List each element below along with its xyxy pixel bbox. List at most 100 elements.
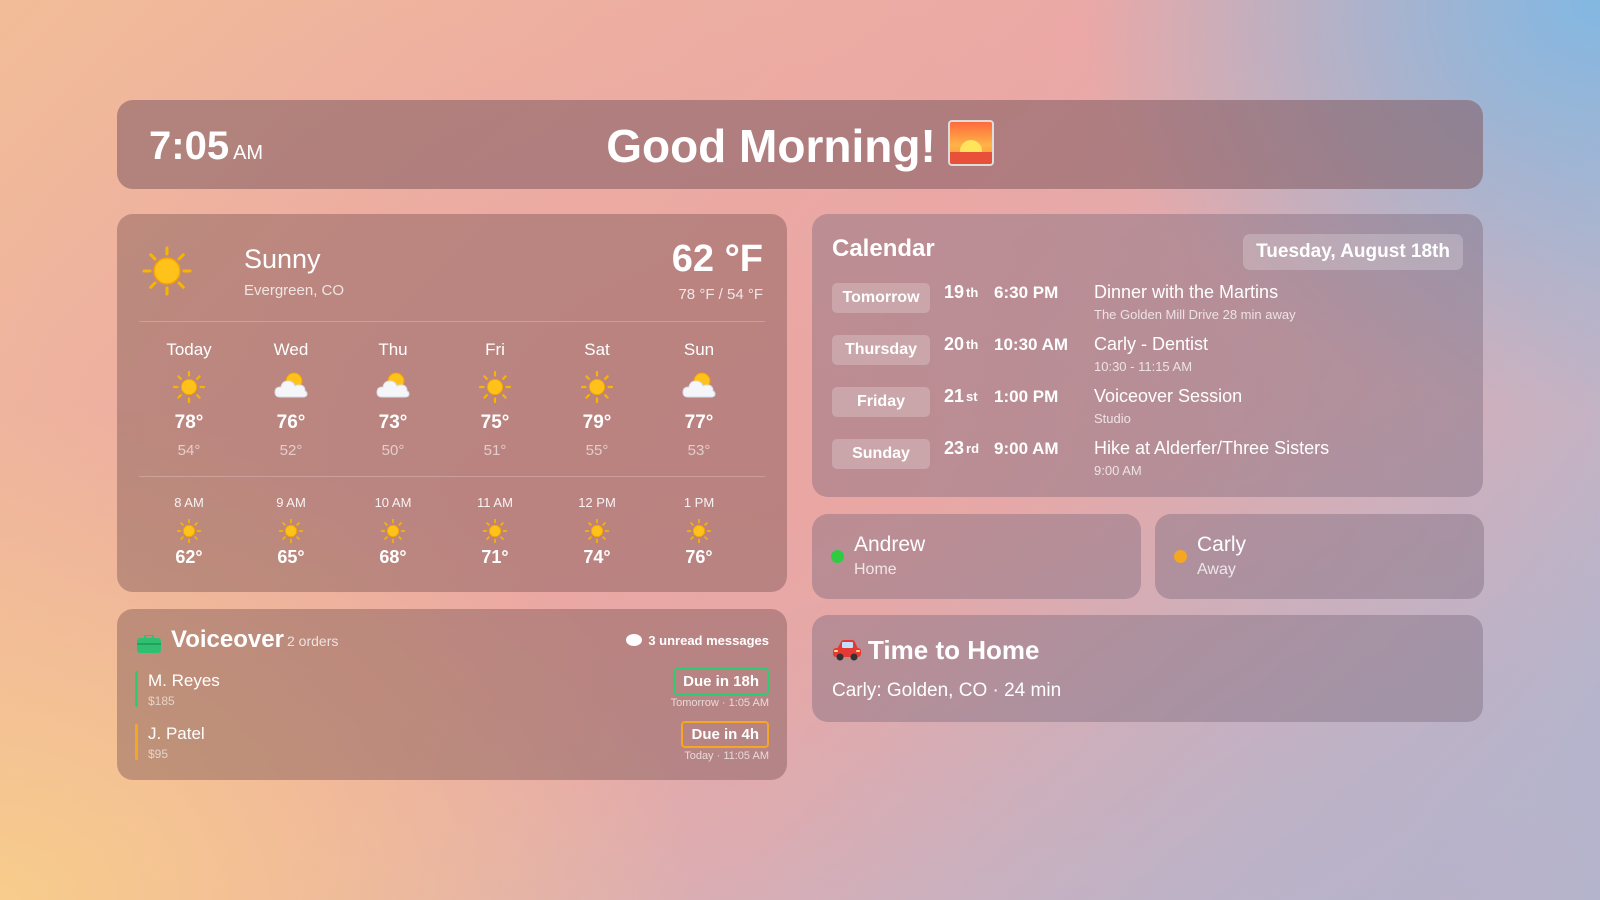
forecast-low: 53° bbox=[687, 442, 711, 459]
order-status-bar bbox=[135, 724, 138, 760]
forecast-day-name: Fri bbox=[485, 340, 505, 359]
divider bbox=[139, 321, 765, 322]
forecast-day-name: Wed bbox=[273, 340, 309, 359]
weather-location: Evergreen, CO bbox=[244, 282, 345, 299]
hourly-temperature: 71° bbox=[481, 547, 509, 567]
briefcase-icon bbox=[137, 634, 161, 658]
calendar-event[interactable]: Thursday 20th 10:30 AM Carly - Dentist 1… bbox=[832, 333, 1463, 379]
divider bbox=[139, 476, 765, 477]
weather-card[interactable]: Sunny Evergreen, CO 62 °F 78 °F / 54 °F … bbox=[117, 214, 787, 592]
order-row[interactable]: M. Reyes $185 Due in 18h Tomorrow · 1:05… bbox=[135, 668, 769, 711]
forecast-low: 54° bbox=[177, 442, 201, 459]
forecast-day-name: Today bbox=[166, 340, 212, 359]
forecast-high: 75° bbox=[480, 412, 510, 433]
forecast-high: 79° bbox=[582, 412, 612, 433]
sun-icon bbox=[443, 518, 547, 545]
hourly-temperature: 68° bbox=[379, 547, 407, 567]
event-date: 21st bbox=[944, 386, 978, 406]
event-title: Voiceover Session bbox=[1094, 386, 1243, 406]
event-day-pill: Friday bbox=[832, 387, 930, 417]
hourly-time: 11 AM bbox=[477, 495, 513, 510]
sun-icon bbox=[647, 518, 751, 545]
event-title: Carly - Dentist bbox=[1094, 334, 1209, 354]
order-count: 2 orders bbox=[287, 633, 339, 649]
sun-icon bbox=[341, 518, 445, 545]
forecast-low: 51° bbox=[483, 442, 507, 459]
event-subtitle: Studio bbox=[1094, 411, 1131, 426]
calendar-date-badge: Tuesday, August 18th bbox=[1243, 234, 1463, 270]
order-price: $185 bbox=[148, 694, 175, 708]
event-time: 1:00 PM bbox=[994, 387, 1059, 406]
event-subtitle: 9:00 AM bbox=[1094, 463, 1142, 478]
event-subtitle: The Golden Mill Drive 28 min away bbox=[1094, 307, 1296, 322]
greeting-header: 7:05 AM Good Morning! bbox=[117, 100, 1483, 189]
order-status-bar bbox=[135, 671, 138, 707]
event-date: 23rd bbox=[944, 438, 980, 458]
time-to-home-card[interactable]: Time to Home Carly: Golden, CO · 24 min bbox=[812, 615, 1483, 722]
presence-andrew[interactable]: Andrew Home bbox=[812, 514, 1141, 599]
order-due-time: Tomorrow · 1:05 AM bbox=[670, 697, 769, 709]
sun-icon bbox=[443, 370, 547, 405]
calendar-event[interactable]: Tomorrow 19th 6:30 PM Dinner with the Ma… bbox=[832, 281, 1463, 327]
sun-icon bbox=[545, 518, 649, 545]
sun-icon bbox=[545, 370, 649, 405]
event-date: 20th bbox=[944, 334, 979, 354]
event-title: Dinner with the Martins bbox=[1094, 282, 1279, 302]
calendar-event[interactable]: Friday 21st 1:00 PM Voiceover Session St… bbox=[832, 385, 1463, 431]
hourly-temperature: 65° bbox=[277, 547, 305, 567]
calendar-card[interactable]: Calendar Tuesday, August 18th Tomorrow 1… bbox=[812, 214, 1483, 497]
high-low-temperature: 78 °F / 54 °F bbox=[678, 286, 763, 303]
forecast-low: 52° bbox=[279, 442, 303, 459]
hourly-temperature: 76° bbox=[685, 547, 713, 567]
forecast-high: 76° bbox=[276, 412, 306, 433]
voiceover-title: Voiceover bbox=[171, 626, 284, 653]
unread-messages-link[interactable]: 3 unread messages bbox=[626, 633, 769, 648]
presence-carly[interactable]: Carly Away bbox=[1155, 514, 1484, 599]
event-time: 6:30 PM bbox=[994, 283, 1059, 302]
sun-icon bbox=[142, 246, 192, 301]
hourly-time: 9 AM bbox=[276, 495, 306, 510]
event-day-pill: Tomorrow bbox=[832, 283, 930, 313]
forecast-low: 50° bbox=[381, 442, 405, 459]
sunrise-icon bbox=[947, 120, 994, 166]
event-day-pill: Thursday bbox=[832, 335, 930, 365]
sun-icon bbox=[239, 518, 343, 545]
unread-messages-label: 3 unread messages bbox=[648, 633, 769, 648]
order-client: M. Reyes bbox=[148, 671, 220, 690]
presence-status: Home bbox=[854, 561, 897, 578]
forecast-high: 73° bbox=[378, 412, 408, 433]
order-due-badge: Due in 18h bbox=[673, 668, 769, 695]
message-bubble-icon bbox=[626, 634, 643, 646]
forecast-high: 77° bbox=[684, 412, 714, 433]
presence-status-dot bbox=[1174, 550, 1187, 563]
voiceover-card[interactable]: Voiceover 2 orders 3 unread messages M. … bbox=[117, 609, 787, 780]
time-to-home-title: Time to Home bbox=[868, 635, 1040, 665]
sun-icon bbox=[137, 370, 241, 405]
order-due-time: Today · 11:05 AM bbox=[684, 750, 769, 762]
hourly-temperature: 74° bbox=[583, 547, 611, 567]
hourly-time: 10 AM bbox=[374, 495, 412, 510]
partly-cloudy-icon bbox=[239, 371, 343, 405]
order-row[interactable]: J. Patel $95 Due in 4h Today · 11:05 AM bbox=[135, 721, 769, 764]
forecast-high: 78° bbox=[174, 412, 204, 433]
event-day-pill: Sunday bbox=[832, 439, 930, 469]
order-client: J. Patel bbox=[148, 724, 205, 743]
hourly-temperature: 62° bbox=[175, 547, 203, 567]
current-temperature: 62 °F bbox=[671, 238, 763, 280]
greeting: Good Morning! bbox=[117, 119, 1483, 173]
event-subtitle: 10:30 - 11:15 AM bbox=[1094, 359, 1193, 374]
time-to-home-detail: Carly: Golden, CO · 24 min bbox=[832, 680, 1062, 701]
event-title: Hike at Alderfer/Three Sisters bbox=[1094, 438, 1330, 458]
car-icon bbox=[832, 639, 862, 668]
hourly-time: 12 PM bbox=[578, 495, 616, 510]
presence-name: Andrew bbox=[854, 533, 926, 556]
partly-cloudy-icon bbox=[647, 371, 751, 405]
presence-status-dot bbox=[831, 550, 844, 563]
presence-status: Away bbox=[1197, 561, 1236, 578]
forecast-day-name: Thu bbox=[378, 340, 408, 359]
hourly-time: 1 PM bbox=[683, 495, 715, 510]
calendar-event[interactable]: Sunday 23rd 9:00 AM Hike at Alderfer/Thr… bbox=[832, 437, 1463, 483]
partly-cloudy-icon bbox=[341, 371, 445, 405]
event-time: 10:30 AM bbox=[994, 335, 1069, 354]
forecast-day-name: Sat bbox=[584, 340, 610, 359]
